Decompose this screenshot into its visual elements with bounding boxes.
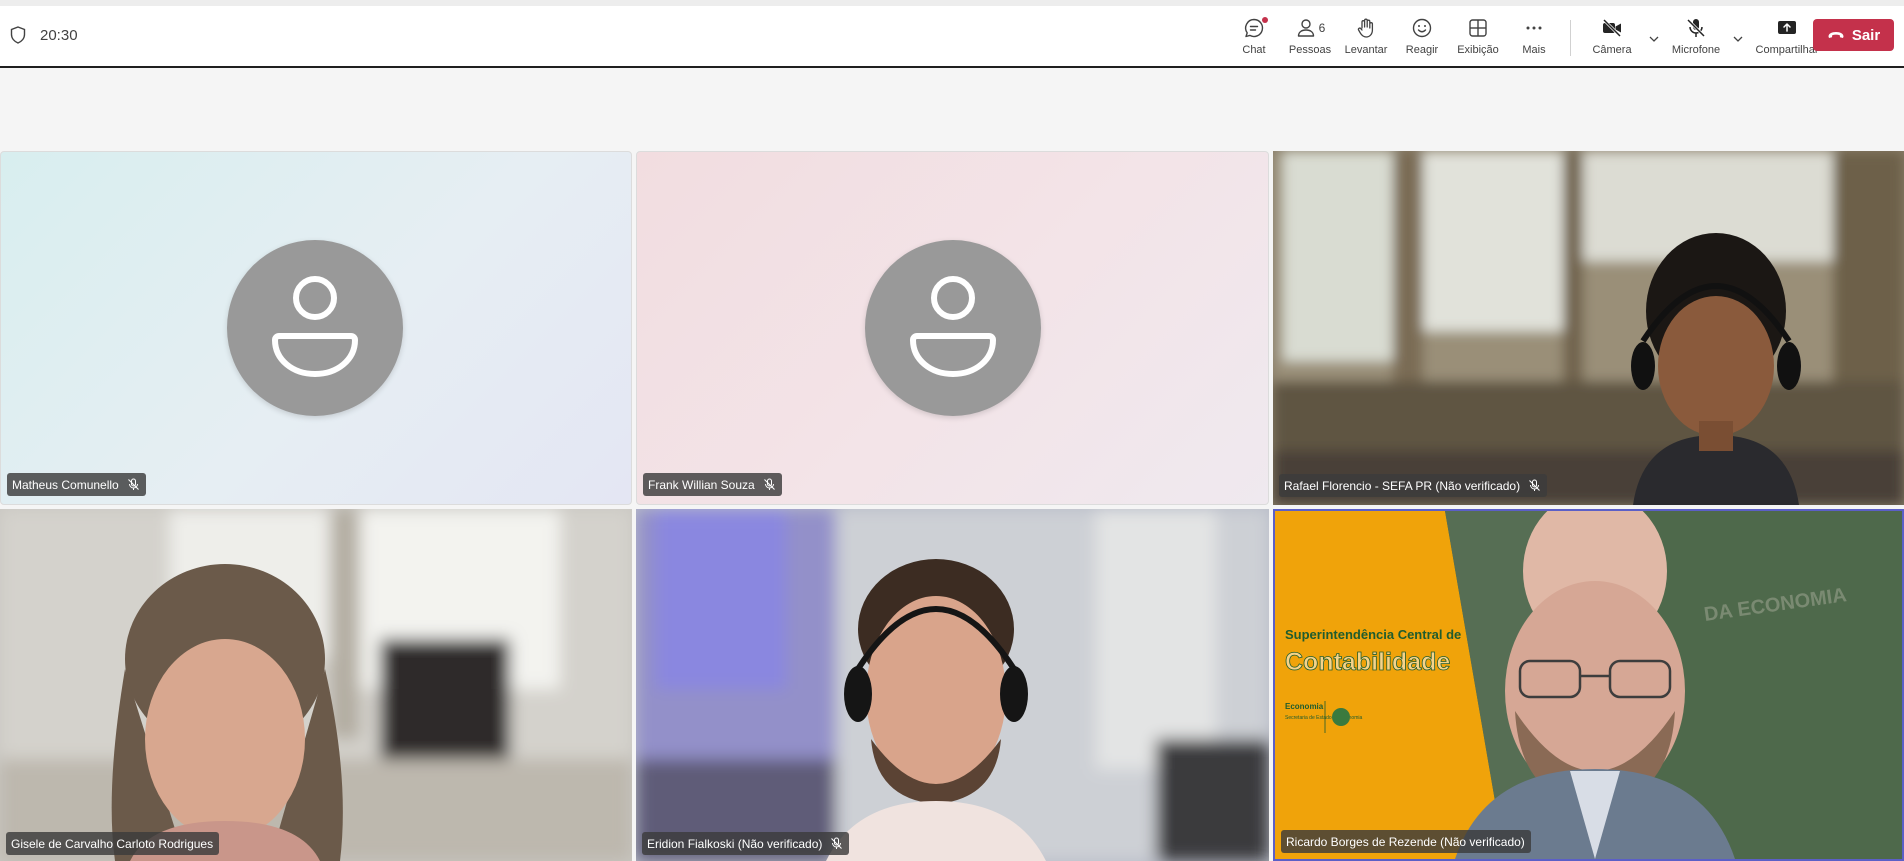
person-placeholder-icon	[909, 276, 997, 378]
share-label: Compartilhar	[1755, 44, 1819, 56]
react-button[interactable]: Reagir	[1394, 14, 1450, 64]
banner-line2: Contabilidade	[1285, 648, 1450, 676]
mic-label: Microfone	[1671, 44, 1721, 56]
raise-hand-button[interactable]: Levantar	[1338, 14, 1394, 64]
participant-nametag: Rafael Florencio - SEFA PR (Não verifica…	[1279, 474, 1548, 497]
people-label: Pessoas	[1288, 44, 1332, 56]
participant-name: Gisele de Carvalho Carloto Rodrigues	[11, 836, 214, 851]
participant-name: Matheus Comunello	[12, 477, 119, 492]
shield-icon	[10, 26, 26, 44]
participant-nametag: Eridion Fialkoski (Não verificado)	[642, 832, 850, 855]
participant-nametag: Gisele de Carvalho Carloto Rodrigues	[6, 832, 220, 855]
banner-line1: Superintendência Central de	[1285, 627, 1461, 642]
more-label: Mais	[1522, 44, 1546, 56]
avatar	[865, 240, 1041, 416]
more-icon	[1526, 26, 1542, 30]
camera-off-icon	[1602, 18, 1622, 38]
camera-label: Câmera	[1592, 44, 1632, 56]
meeting-timer: 20:30	[10, 26, 78, 44]
chevron-down-icon	[1733, 36, 1743, 42]
react-label: Reagir	[1405, 44, 1439, 56]
view-button[interactable]: Exibição	[1450, 14, 1506, 64]
person-placeholder-icon	[271, 276, 359, 378]
people-icon	[1297, 19, 1314, 37]
avatar	[227, 240, 403, 416]
mic-muted-icon	[831, 837, 843, 849]
raise-label: Levantar	[1344, 44, 1388, 56]
share-screen-icon	[1778, 21, 1796, 34]
participant-name: Ricardo Borges de Rezende (Não verificad…	[1286, 834, 1525, 849]
mic-muted-icon	[127, 478, 139, 490]
chat-button[interactable]: Chat	[1226, 14, 1282, 64]
participant-name: Eridion Fialkoski (Não verificado)	[647, 836, 823, 851]
logo-title: Economia	[1285, 702, 1324, 711]
timer-text: 20:30	[40, 26, 78, 44]
mic-muted-icon	[1529, 479, 1540, 491]
participant-nametag: Matheus Comunello	[7, 473, 146, 496]
microphone-button[interactable]: Microfone	[1663, 14, 1729, 64]
video-feed	[636, 509, 1269, 861]
view-label: Exibição	[1457, 44, 1499, 56]
participant-nametag: Frank Willian Souza	[643, 473, 782, 496]
meeting-toolbar: 20:30 Chat 6 Pessoas Levantar Reagir Exi…	[0, 0, 1904, 68]
grid-view-icon	[1469, 19, 1487, 37]
leave-button[interactable]: Sair	[1813, 19, 1894, 51]
participant-tile[interactable]: Eridion Fialkoski (Não verificado)	[636, 509, 1269, 861]
toolbar-divider	[1570, 20, 1571, 56]
participant-tile[interactable]: Gisele de Carvalho Carloto Rodrigues	[0, 509, 632, 861]
leave-label: Sair	[1851, 26, 1881, 44]
smiley-icon	[1412, 18, 1432, 38]
camera-button[interactable]: Câmera	[1579, 14, 1645, 64]
participant-nametag: Ricardo Borges de Rezende (Não verificad…	[1281, 830, 1531, 853]
mic-muted-icon	[763, 478, 775, 490]
unread-dot	[1262, 17, 1268, 23]
more-button[interactable]: Mais	[1506, 14, 1562, 64]
people-count: 6	[1318, 21, 1326, 35]
participant-tile-active-speaker[interactable]: DA ECONOMIA Superintendência Central de …	[1273, 509, 1904, 861]
participant-name: Frank Willian Souza	[648, 477, 755, 492]
chevron-down-icon	[1649, 36, 1659, 42]
participant-tile[interactable]: Rafael Florencio - SEFA PR (Não verifica…	[1273, 151, 1904, 505]
participant-tile[interactable]: Matheus Comunello	[0, 151, 632, 505]
hang-up-icon	[1828, 32, 1844, 38]
logo-subtitle: Secretaria de Estado da Economia	[1285, 715, 1362, 721]
people-button[interactable]: 6 Pessoas	[1282, 14, 1338, 64]
video-feed: DA ECONOMIA Superintendência Central de …	[1275, 511, 1902, 859]
mic-options-dropdown[interactable]	[1729, 14, 1747, 64]
participant-tile[interactable]: Frank Willian Souza	[636, 151, 1269, 505]
chat-label: Chat	[1242, 44, 1266, 56]
video-feed	[1273, 151, 1904, 505]
mic-off-icon	[1686, 18, 1706, 38]
camera-options-dropdown[interactable]	[1645, 14, 1663, 64]
hand-icon	[1357, 18, 1374, 38]
video-feed	[0, 509, 632, 861]
participant-name: Rafael Florencio - SEFA PR (Não verifica…	[1284, 478, 1521, 493]
